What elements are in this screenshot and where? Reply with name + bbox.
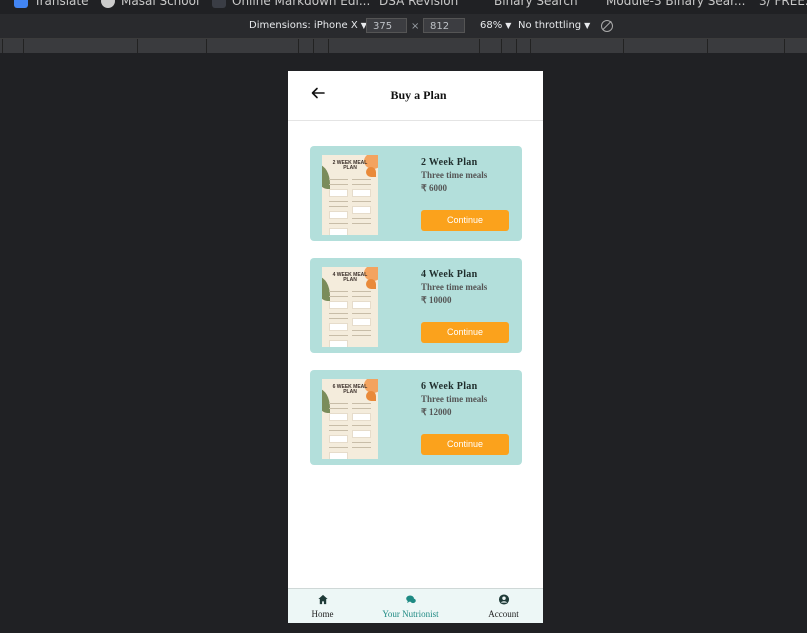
page-icon xyxy=(745,0,753,8)
zoom-label: 68% xyxy=(480,20,503,31)
plan-name: 6 Week Plan xyxy=(421,381,478,392)
meal-plan-image: 4 WEEK MEAL PLAN xyxy=(322,267,378,347)
chat-icon xyxy=(405,595,416,604)
page-title: Buy a Plan xyxy=(390,88,447,102)
ruler-segment[interactable] xyxy=(501,39,502,53)
nav-label: Home xyxy=(311,609,334,619)
markdown-icon xyxy=(212,0,226,8)
bookmark-label: DSA Revision xyxy=(379,0,459,8)
ruler-segment[interactable] xyxy=(313,39,314,53)
times-sign: × xyxy=(411,21,420,32)
continue-button[interactable]: Continue xyxy=(421,322,509,343)
caret-down-icon: ▼ xyxy=(505,21,512,30)
plan-card: 6 WEEK MEAL PLAN 6 Week Plan Three time … xyxy=(310,370,522,465)
bookmark-label: Translate xyxy=(34,0,89,8)
plan-card: 4 WEEK MEAL PLAN 4 Week Plan Three time … xyxy=(310,258,522,353)
plan-card: 2 WEEK MEAL PLAN 2 Week Plan Three time … xyxy=(310,146,522,241)
bookmark-free[interactable]: 3/ FREE... xyxy=(745,0,807,8)
meal-plan-image-title: 6 WEEK MEAL PLAN xyxy=(332,384,368,395)
ruler-segment[interactable] xyxy=(479,39,480,53)
bookmark-label: Module-3 Binary Sear... xyxy=(606,0,746,8)
ruler-segment[interactable] xyxy=(137,39,138,53)
meal-plan-image-title: 2 WEEK MEAL PLAN xyxy=(332,160,368,171)
nav-label: Account xyxy=(488,609,519,619)
plan-price: ₹ 12000 xyxy=(421,407,452,417)
device-select[interactable]: Dimensions: iPhone X ▼ xyxy=(249,20,367,31)
bookmark-translate[interactable]: Translate xyxy=(14,0,89,8)
bookmark-masai[interactable]: Masai School xyxy=(101,0,199,8)
app-header: Buy a Plan xyxy=(288,71,543,121)
ruler-segment[interactable] xyxy=(707,39,708,53)
page-icon xyxy=(592,0,600,8)
ruler-segment[interactable] xyxy=(2,39,3,53)
account-icon xyxy=(498,594,509,605)
ruler-segment[interactable] xyxy=(298,39,299,53)
ruler-segment[interactable] xyxy=(530,39,531,53)
bookmark-dsa[interactable]: DSA Revision xyxy=(365,0,458,8)
ruler-segment[interactable] xyxy=(784,39,785,53)
media-query-ruler xyxy=(0,39,807,54)
bookmark-label: 3/ FREE... xyxy=(759,0,807,8)
zoom-select[interactable]: 68% ▼ xyxy=(480,20,511,31)
ruler-segment[interactable] xyxy=(23,39,24,53)
throttling-select[interactable]: No throttling ▼ xyxy=(518,20,590,31)
bookmark-binary-search[interactable]: Binary Search xyxy=(480,0,578,8)
bookmark-label: Binary Search xyxy=(494,0,578,8)
ruler-segment[interactable] xyxy=(206,39,207,53)
device-viewport: Buy a Plan 2 WEEK MEAL PLAN 2 Week Plan … xyxy=(288,71,543,623)
ruler-segment[interactable] xyxy=(516,39,517,53)
page-icon xyxy=(480,0,488,8)
plan-name: 2 Week Plan xyxy=(421,157,478,168)
meal-plan-image-title: 4 WEEK MEAL PLAN xyxy=(332,272,368,283)
plan-price: ₹ 10000 xyxy=(421,295,452,305)
continue-button[interactable]: Continue xyxy=(421,434,509,455)
throttling-label: No throttling xyxy=(518,20,582,31)
page-icon xyxy=(365,0,373,8)
height-input[interactable]: 812 xyxy=(423,18,465,33)
plan-meals: Three time meals xyxy=(421,394,488,404)
masai-icon xyxy=(101,0,115,8)
nav-your-nutrionist[interactable]: Your Nutrionist xyxy=(368,589,453,623)
bottom-nav: Home Your Nutrionist Account xyxy=(288,588,543,623)
continue-button[interactable]: Continue xyxy=(421,210,509,231)
rotate-icon[interactable] xyxy=(601,20,613,32)
bookmarks-bar: Translate Masai School Online Markdown E… xyxy=(0,0,807,14)
home-icon xyxy=(317,594,328,605)
bookmark-markdown[interactable]: Online Markdown Edi... xyxy=(212,0,370,8)
bookmark-label: Masai School xyxy=(121,0,200,8)
bookmark-module3[interactable]: Module-3 Binary Sear... xyxy=(592,0,745,8)
plan-name: 4 Week Plan xyxy=(421,269,478,280)
plan-price: ₹ 6000 xyxy=(421,183,447,193)
caret-down-icon: ▼ xyxy=(584,21,591,30)
device-toolbar: Dimensions: iPhone X ▼ 375 × 812 68% ▼ No … xyxy=(0,14,807,39)
translate-icon xyxy=(14,0,28,8)
ruler-segment[interactable] xyxy=(623,39,624,53)
bookmark-label: Online Markdown Edi... xyxy=(232,0,371,8)
width-input[interactable]: 375 xyxy=(366,18,407,33)
device-label: Dimensions: iPhone X xyxy=(249,20,358,31)
meal-plan-image: 2 WEEK MEAL PLAN xyxy=(322,155,378,235)
nav-account[interactable]: Account xyxy=(461,589,543,623)
plan-meals: Three time meals xyxy=(421,282,488,292)
plan-meals: Three time meals xyxy=(421,170,488,180)
nav-home[interactable]: Home xyxy=(288,589,365,623)
meal-plan-image: 6 WEEK MEAL PLAN xyxy=(322,379,378,459)
ruler-segment[interactable] xyxy=(328,39,329,53)
nav-label: Your Nutrionist xyxy=(382,609,439,619)
